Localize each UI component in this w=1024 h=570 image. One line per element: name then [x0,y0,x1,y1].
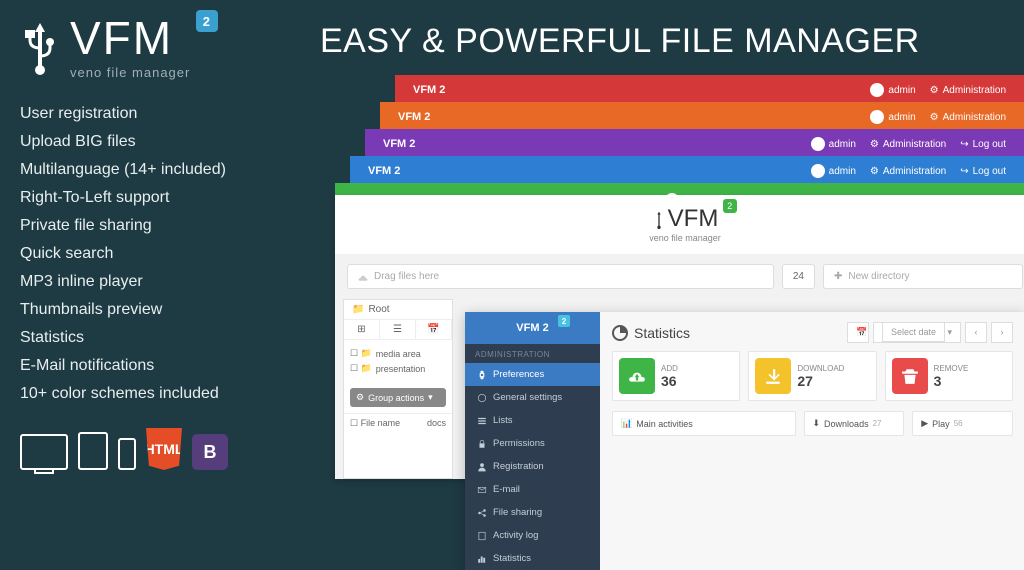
feature-item: Thumbnails preview [20,296,310,324]
sidebar-item-permissions[interactable]: Permissions [465,432,600,455]
sidebar-item-registration[interactable]: Registration [465,455,600,478]
sidebar-item-log[interactable]: Activity log [465,524,600,547]
chart-icon [612,325,628,341]
avatar-icon [870,83,884,97]
app-logo: VFM 2 veno file manager [649,205,721,243]
download-icon [755,358,791,394]
play-panel: ▶Play56 [912,411,1013,436]
stats-title: Statistics [612,325,690,341]
logout-link[interactable]: ↪ Log out [960,139,1006,150]
sidebar-item-preferences[interactable]: Preferences [465,363,600,386]
upload-dropzone[interactable]: Drag files here [347,264,774,289]
html5-icon: HTML [146,428,182,470]
new-directory-input[interactable]: ✚ New directory [823,264,1023,289]
sidebar-section: ADMINISTRATION [465,344,600,363]
theme-bar-blue: VFM 2 admin⚙ Administration↪ Log out [350,156,1024,186]
feature-item: Upload BIG files [20,128,310,156]
list-view-button[interactable]: ☰ [380,320,416,339]
logo-title: VFM 2 [70,15,190,61]
theme-bar-red: VFM 2 admin⚙ Administration [395,75,1024,105]
cloud-icon [358,272,368,282]
feature-item: Statistics [20,324,310,352]
admin-link[interactable]: ⚙ Administration [930,112,1006,123]
next-button[interactable]: › [991,322,1013,343]
admin-link[interactable]: ⚙ Administration [870,139,946,150]
cloud-up-icon [619,358,655,394]
play-icon: ▶ [921,418,928,429]
sidebar-item-email[interactable]: E-mail [465,478,600,501]
trash-icon [892,358,928,394]
avatar-icon [811,137,825,151]
bootstrap-icon: B [192,434,228,470]
stat-tile-download: DOWNLOAD27 [748,351,876,401]
feature-item: MP3 inline player [20,268,310,296]
folder-item[interactable]: ☐ 📁 presentation [350,361,446,376]
admin-sidebar: VFM 22 ADMINISTRATION Preferences Genera… [465,312,600,570]
folder-icon: 📁 [352,304,364,315]
admin-link[interactable]: ⚙ Administration [930,85,1006,96]
feature-item: 10+ color schemes included [20,380,310,408]
headline: EASY & POWERFUL FILE MANAGER [320,22,920,61]
feature-item: User registration [20,100,310,128]
stat-tile-add: ADD36 [612,351,740,401]
date-select[interactable]: Select date ▾ [873,322,961,343]
feature-item: Private file sharing [20,212,310,240]
group-actions-button[interactable]: ⚙ Group actions ▾ [350,388,446,407]
sidebar-item-statistics[interactable]: Statistics [465,547,600,570]
version-badge: 2 [723,199,737,213]
feature-item: Multilanguage (14+ included) [20,156,310,184]
prev-button[interactable]: ‹ [965,322,987,343]
sidebar-title: VFM 22 [465,312,600,344]
product-logo: VFM 2 veno file manager [20,15,310,80]
avatar-icon [870,110,884,124]
breadcrumb-root[interactable]: 📁Root [344,300,452,319]
device-icons: HTML B [20,428,310,470]
monitor-icon [20,434,68,470]
folder-item[interactable]: ☐ 📁 media area [350,346,446,361]
main-activities-panel: 📊Main activities [612,411,796,436]
file-count: 24 [782,264,815,289]
sidebar-item-general[interactable]: General settings [465,386,600,409]
admin-link[interactable]: ⚙ Administration [870,166,946,177]
logo-subtitle: veno file manager [70,65,190,80]
usb-icon [20,18,60,78]
feature-item: Quick search [20,240,310,268]
stat-tile-remove: REMOVE3 [885,351,1013,401]
chart-icon: 📊 [621,418,632,429]
logout-link[interactable]: ↪ Log out [960,166,1006,177]
feature-list: User registration Upload BIG files Multi… [20,100,310,408]
sidebar-item-lists[interactable]: Lists [465,409,600,432]
avatar-icon [811,164,825,178]
feature-item: Right-To-Left support [20,184,310,212]
plus-icon: ✚ [834,271,842,282]
downloads-panel: ⬇Downloads27 [804,411,905,436]
calendar-button[interactable]: 📅 [847,322,869,343]
date-view-button[interactable]: 📅 [416,320,452,339]
theme-bar-purple: VFM 2 admin⚙ Administration↪ Log out [365,129,1024,159]
phone-icon [118,438,136,470]
theme-bar-orange: VFM 2 admin⚙ Administration [380,102,1024,132]
tablet-icon [78,432,108,470]
admin-panel: VFM 22 ADMINISTRATION Preferences Genera… [465,312,1024,570]
file-browser: 📁Root ⊞ ☰ 📅 ☐ 📁 media area ☐ 📁 presentat… [343,299,453,479]
version-badge: 2 [196,10,218,32]
download-icon: ⬇ [813,418,821,429]
feature-item: E-Mail notifications [20,352,310,380]
grid-view-button[interactable]: ⊞ [344,320,380,339]
